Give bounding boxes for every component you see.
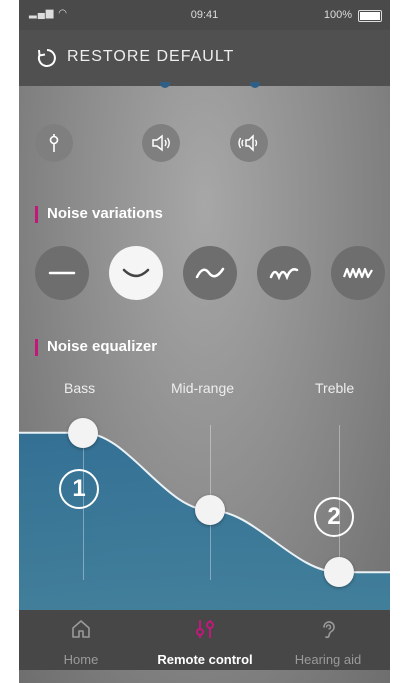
tab-remote-control-label: Remote control [157, 652, 253, 667]
restore-default-button[interactable]: RESTORE DEFAULT [19, 30, 390, 86]
battery-icon [358, 10, 382, 22]
tab-hearing-aid[interactable]: Hearing aid [266, 610, 390, 670]
accent-marker [35, 206, 38, 223]
band-label-mid: Mid-range [171, 380, 235, 396]
stereo-speaker-button[interactable] [230, 124, 268, 162]
bottom-tab-bar: Home Remote control Hearing aid [19, 610, 390, 670]
ear-icon [323, 621, 335, 639]
tuning-fork-icon [49, 134, 59, 152]
step-marker-2: 2 [314, 497, 354, 537]
tab-hearing-aid-label: Hearing aid [294, 652, 362, 667]
speaker-icon [152, 134, 170, 152]
triple-wave-icon [269, 268, 299, 280]
home-icon [72, 620, 90, 638]
stereo-speaker-icon [238, 134, 258, 152]
tab-remote-control[interactable]: Remote control [143, 610, 267, 670]
double-wave-icon [195, 267, 225, 279]
variation-triple-wave-button[interactable] [257, 246, 311, 300]
accent-marker [35, 339, 38, 356]
slider-knob-partial [250, 82, 260, 88]
variation-curve-button[interactable] [109, 246, 163, 300]
tab-home-label: Home [63, 652, 99, 667]
band-label-bass: Bass [64, 380, 96, 396]
variation-double-wave-button[interactable] [183, 246, 237, 300]
dense-wave-icon [342, 267, 373, 279]
tab-home[interactable]: Home [19, 610, 143, 670]
flat-wave-icon [48, 271, 76, 275]
noise-variations-title: Noise variations [47, 205, 163, 222]
band-label-treble: Treble [315, 380, 355, 396]
tuning-fork-button[interactable] [35, 124, 73, 162]
restore-default-label: RESTORE DEFAULT [67, 48, 235, 65]
restore-icon [37, 49, 56, 67]
battery-percent: 100% [323, 9, 352, 21]
slider-knob-partial [160, 82, 170, 88]
app-screen: ▂▄▆ ◠ 09:41 100% RESTORE DEFAULT Noise v… [19, 0, 390, 683]
status-bar: ▂▄▆ ◠ 09:41 100% [19, 0, 390, 30]
sliders-icon [196, 620, 214, 638]
variation-dense-wave-button[interactable] [331, 246, 385, 300]
speaker-button[interactable] [142, 124, 180, 162]
bass-slider-handle[interactable] [68, 417, 98, 448]
variation-flat-button[interactable] [35, 246, 89, 300]
noise-equalizer-title: Noise equalizer [47, 338, 158, 355]
step-marker-1: 1 [59, 469, 99, 509]
single-curve-icon [122, 268, 150, 278]
